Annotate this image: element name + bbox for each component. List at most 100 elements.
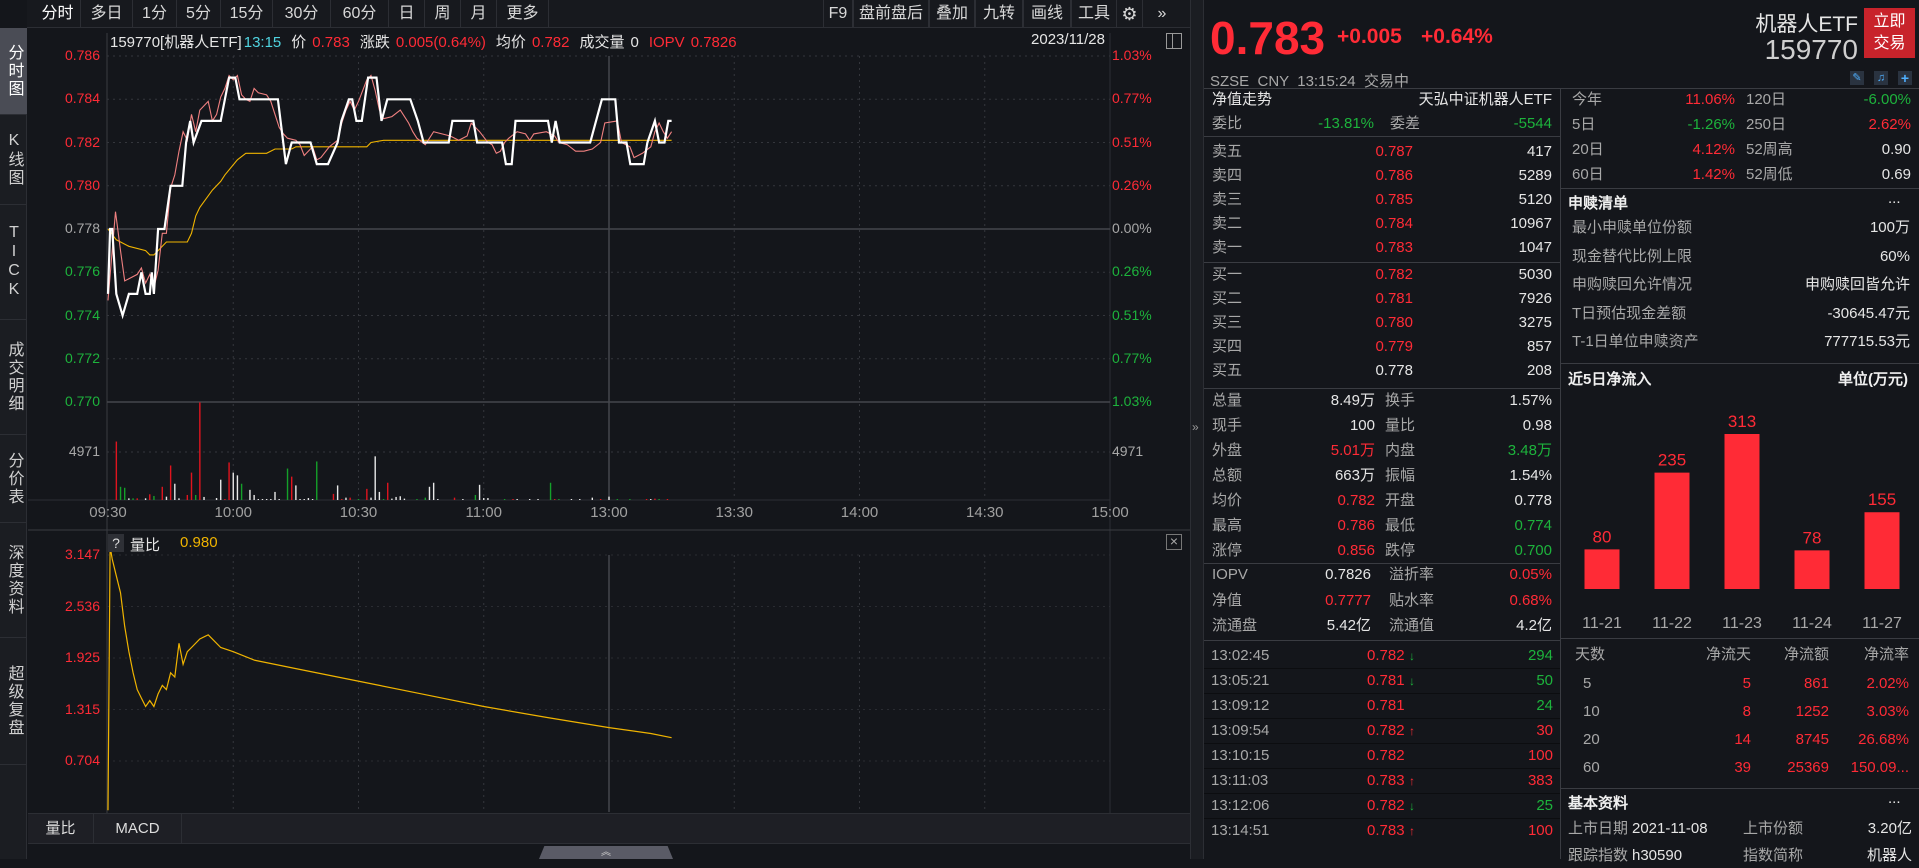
series-average-line: [107, 139, 672, 256]
label: 流通值: [1389, 617, 1435, 634]
flow-cell: 39: [1734, 759, 1751, 776]
value: -6.00%: [1863, 91, 1911, 108]
trade-time: 13:02:45: [1211, 647, 1270, 664]
order-book-row[interactable]: 卖三 0.785 5120: [1212, 188, 1552, 212]
close-icon[interactable]: ×: [1166, 534, 1182, 550]
bell-icon[interactable]: ♫: [1874, 71, 1888, 85]
order-ratio-row: 委比 -13.81% 委差 -5544: [1212, 112, 1552, 136]
label: 总量: [1212, 392, 1243, 409]
indicator-name: 量比: [130, 537, 161, 554]
order-book-row[interactable]: 卖五 0.787 417: [1212, 140, 1552, 164]
trade-time: 13:11:03: [1211, 772, 1269, 789]
trade-volume: 24: [1536, 697, 1553, 714]
label: 总额: [1212, 467, 1243, 484]
order-volume: 5030: [1518, 266, 1552, 283]
order-level-label: 卖四: [1212, 167, 1243, 184]
volume-bar: [366, 488, 368, 500]
volume-bar: [190, 472, 193, 500]
volume-bar: [253, 494, 255, 500]
redemption-row: 申购赎回允许情况 申购赎回皆允许: [1572, 273, 1910, 297]
redemption-value: 申购赎回皆允许: [1804, 276, 1910, 293]
volume-bar: [295, 485, 297, 500]
volume-bar: [370, 497, 372, 500]
basic-info-more-button[interactable]: ...: [1888, 790, 1901, 807]
volume-bar: [558, 499, 560, 500]
indicator-axis-label: 1.925: [64, 649, 100, 665]
flow-table-row: 20 14 8745 26.68%: [1561, 728, 1919, 752]
order-book-row[interactable]: 买一 0.782 5030: [1212, 263, 1552, 287]
label: 开盘: [1385, 492, 1416, 509]
flow-cell: 26.68%: [1858, 731, 1909, 748]
basic-label: 指数简称: [1743, 847, 1804, 864]
volume-bar: [203, 496, 205, 500]
volume-bar: [387, 482, 389, 500]
volume-bar: [416, 499, 418, 500]
fund-name: 天弘中证机器人ETF: [1418, 91, 1552, 108]
divider: [1204, 640, 1560, 641]
volume-bar: [437, 499, 439, 500]
inflow-title: 近5日净流入: [1568, 371, 1652, 388]
value: 0.7777: [1325, 591, 1371, 609]
tab-macd[interactable]: MACD: [94, 814, 182, 844]
basic-value: h30590: [1632, 847, 1683, 864]
help-button[interactable]: ?: [108, 534, 124, 552]
order-ratio-value: -13.81%: [1318, 115, 1374, 132]
value: 0.700: [1514, 542, 1552, 559]
order-book-row[interactable]: 卖二 0.784 10967: [1212, 212, 1552, 236]
label: 均价: [1212, 492, 1243, 509]
label: 振幅: [1385, 467, 1416, 484]
label: 流通盘: [1212, 617, 1258, 634]
volume-bar: [228, 462, 230, 500]
price-axis-label: 0.784: [64, 90, 100, 107]
volume-bar: [357, 499, 360, 500]
volume-bar: [311, 499, 314, 500]
volume-bar: [399, 496, 401, 500]
flow-cell: 60: [1583, 759, 1600, 776]
label: 贴水率: [1389, 591, 1435, 609]
last-price: 0.783: [1210, 12, 1326, 64]
returns-row: 今年 11.06% 120日 -6.00%: [1572, 88, 1911, 112]
divider: [1561, 638, 1919, 639]
trade-volume: 100: [1527, 747, 1553, 764]
redemption-value: 100万: [1869, 219, 1910, 236]
redemption-more-button[interactable]: ...: [1888, 190, 1901, 207]
trade-now-button[interactable]: 立即交易: [1864, 8, 1915, 58]
redemption-title: 申赎清单: [1568, 195, 1629, 212]
order-level-label: 买四: [1212, 338, 1243, 355]
edit-icon[interactable]: ✎: [1850, 71, 1864, 85]
series-iopv-line: [107, 74, 673, 301]
order-book-row[interactable]: 卖一 0.783 1047: [1212, 236, 1552, 260]
label: 量比: [1385, 417, 1416, 434]
order-book-row[interactable]: 买四 0.779 857: [1212, 335, 1552, 359]
volume-bar: [658, 499, 660, 500]
volume-bar: [215, 498, 218, 500]
intraday-chart[interactable]: [0, 0, 1190, 859]
inflow-value-label: 80: [1593, 527, 1612, 546]
inflow-value-label: 155: [1868, 490, 1896, 509]
collapse-panel-icon[interactable]: »: [1192, 420, 1199, 434]
order-volume: 208: [1526, 362, 1552, 379]
indicator-axis-label: 1.315: [64, 700, 100, 717]
time-axis-label: 10:00: [214, 504, 253, 521]
value: 3.48万: [1507, 442, 1552, 459]
trade-row: 13:10:15 0.782 100: [1211, 744, 1553, 768]
value: 0.69: [1881, 166, 1911, 183]
order-book-row[interactable]: 卖四 0.786 5289: [1212, 164, 1552, 188]
redemption-label: 最小申赎单位份额: [1572, 219, 1693, 236]
order-book-row[interactable]: 买五 0.778 208: [1212, 359, 1552, 383]
flow-cell: 8745: [1795, 731, 1829, 748]
expand-panel-handle[interactable]: ︽: [539, 846, 673, 859]
price-axis-label: 0.772: [64, 349, 100, 366]
tab-volume-ratio[interactable]: 量比: [28, 814, 94, 844]
volume-bar: [629, 499, 631, 500]
volume-bar: [570, 499, 573, 500]
order-book-row[interactable]: 买三 0.780 3275: [1212, 311, 1552, 335]
volume-bar: [378, 491, 381, 500]
nav-trend-link[interactable]: 净值走势: [1212, 88, 1272, 112]
order-level-label: 卖五: [1212, 143, 1243, 160]
trade-volume: 25: [1536, 797, 1553, 814]
volume-bar: [299, 499, 301, 500]
trade-time: 13:09:12: [1211, 697, 1270, 714]
order-book-row[interactable]: 买二 0.781 7926: [1212, 287, 1552, 311]
add-icon[interactable]: +: [1898, 71, 1912, 85]
